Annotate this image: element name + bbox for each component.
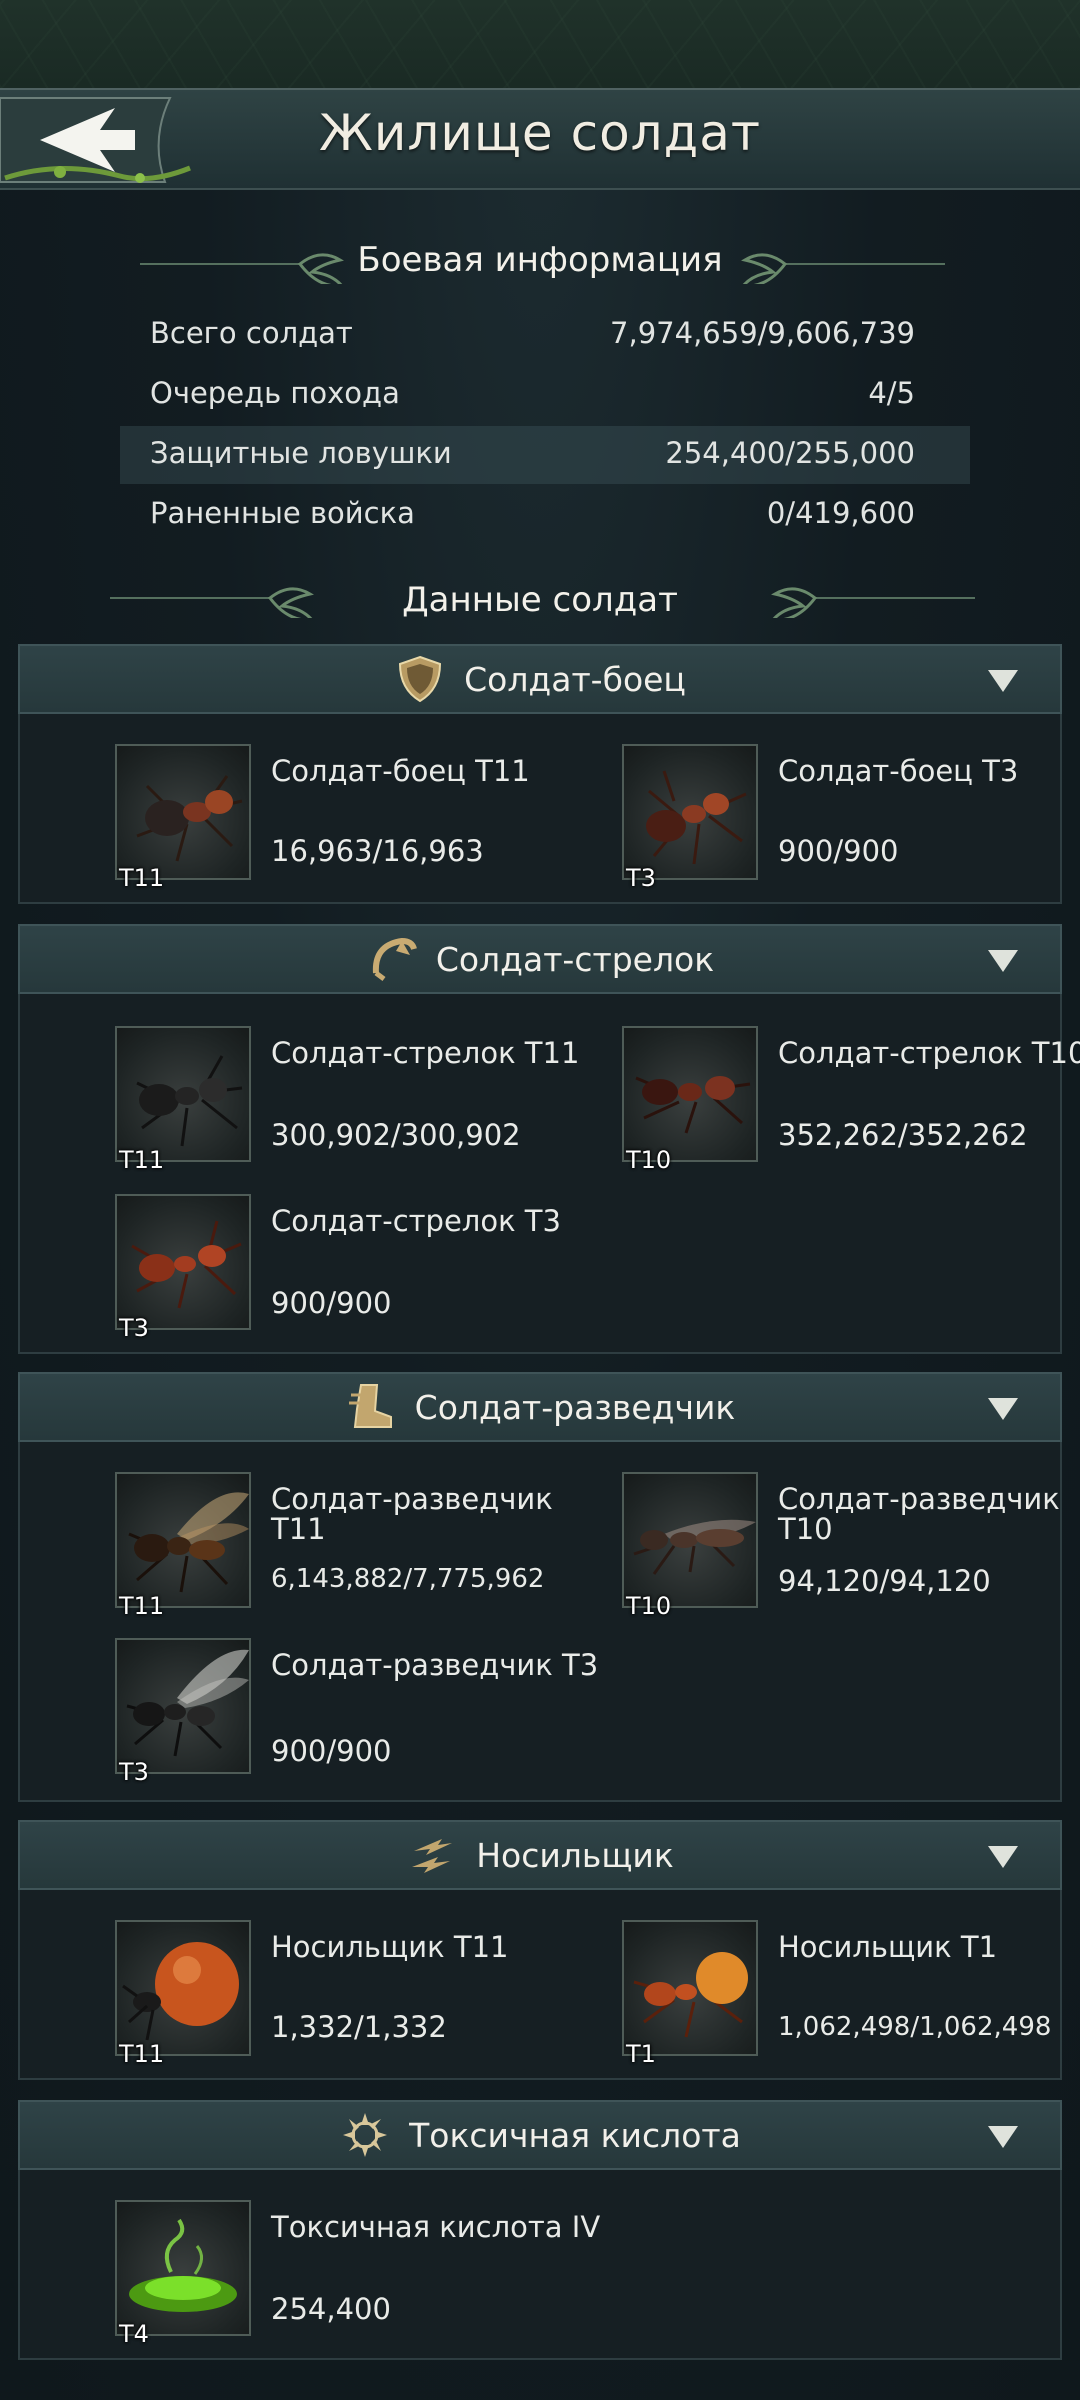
unit-image — [622, 1472, 758, 1608]
unit-card[interactable]: T10 Солдат-стрелок T10 352,262/352,262 — [622, 1026, 1080, 1176]
unit-name: Токсичная кислота IV — [271, 2210, 601, 2244]
unit-image — [622, 744, 758, 880]
info-label: Раненные войска — [150, 496, 415, 530]
category-header-shooter[interactable]: Солдат-стрелок — [18, 924, 1062, 994]
chevron-down-icon — [988, 950, 1018, 972]
unit-count: 900/900 — [778, 834, 899, 868]
unit-image — [115, 2200, 251, 2336]
unit-card[interactable]: T11 Носильщик T11 1,332/1,332 — [115, 1920, 615, 2070]
unit-name: Солдат-стрелок T11 — [271, 1036, 580, 1070]
carrier-icon — [412, 1839, 453, 1873]
chevron-down-icon — [988, 1398, 1018, 1420]
info-value: 7,974,659/9,606,739 — [610, 316, 915, 350]
unit-name: Солдат-разведчик T3 — [271, 1648, 599, 1682]
chevron-down-icon — [988, 1846, 1018, 1868]
tier-badge: T11 — [119, 1146, 165, 1174]
unit-name: Носильщик T1 — [778, 1930, 998, 1964]
chevron-down-icon — [988, 670, 1018, 692]
unit-name: Солдат-боец T3 — [778, 754, 1019, 788]
unit-name: Носильщик T11 — [271, 1930, 509, 1964]
unit-image — [622, 1920, 758, 2056]
unit-card[interactable]: T3 Солдат-стрелок T3 900/900 — [115, 1194, 615, 1344]
unit-count: 900/900 — [271, 1286, 392, 1320]
unit-count: 352,262/352,262 — [778, 1118, 1028, 1152]
info-value: 254,400/255,000 — [665, 436, 915, 470]
unit-name: Солдат-стрелок T3 — [271, 1204, 561, 1238]
info-row-defense-traps: Защитные ловушки 254,400/255,000 — [120, 426, 970, 484]
soldier-data-title: Данные солдат — [402, 580, 678, 620]
unit-image — [115, 1194, 251, 1330]
category-header-carrier[interactable]: Носильщик — [18, 1820, 1062, 1890]
unit-count: 1,062,498/1,062,498 — [778, 2012, 1052, 2042]
battle-info-title: Боевая информация — [357, 240, 723, 280]
info-label: Защитные ловушки — [150, 436, 452, 470]
unit-count: 94,120/94,120 — [778, 1564, 991, 1598]
tier-badge: T1 — [626, 2040, 656, 2068]
unit-count: 254,400 — [271, 2292, 391, 2326]
unit-count: 6,143,882/7,775,962 — [271, 1564, 545, 1594]
unit-card[interactable]: T1 Носильщик T1 1,062,498/1,062,498 — [622, 1920, 1080, 2070]
category-label: Солдат-стрелок — [435, 939, 715, 979]
tier-badge: T11 — [119, 2040, 165, 2068]
unit-card[interactable]: T11 Солдат-боец T11 16,963/16,963 — [115, 744, 615, 894]
unit-image — [115, 1472, 251, 1608]
unit-card[interactable]: T11 Солдат-разведчик T11 6,143,882/7,775… — [115, 1472, 615, 1622]
unit-card[interactable]: T3 Солдат-разведчик T3 900/900 — [115, 1638, 615, 1788]
bow-icon — [372, 937, 417, 981]
info-label: Всего солдат — [150, 316, 353, 350]
unit-image — [115, 744, 251, 880]
soldier-dwelling-screen: Жилище солдат Боевая информация Всего со… — [0, 0, 1080, 2400]
tier-badge: T4 — [119, 2320, 149, 2348]
tier-badge: T11 — [119, 1592, 165, 1620]
tier-badge: T10 — [626, 1146, 672, 1174]
unit-image — [115, 1638, 251, 1774]
category-panel-shooter: T11 Солдат-стрелок T11 300,902/300,902 T… — [18, 994, 1080, 1354]
toxic-icon — [343, 2113, 388, 2157]
info-row-march-queue: Очередь похода 4/5 — [130, 366, 960, 424]
decorative-top-strip — [0, 0, 1080, 88]
tier-badge: T3 — [119, 1314, 149, 1342]
category-label: Солдат-разведчик — [414, 1387, 736, 1427]
unit-card[interactable]: T11 Солдат-стрелок T11 300,902/300,902 — [115, 1026, 615, 1176]
unit-card[interactable]: T10 Солдат-разведчик T10 94,120/94,120 — [622, 1472, 1080, 1622]
unit-image — [115, 1920, 251, 2056]
category-panel-carrier: T11 Носильщик T11 1,332/1,332 T1 Носильщ… — [18, 1890, 1062, 2080]
unit-image — [622, 1026, 758, 1162]
category-panel-fighter: T11 Солдат-боец T11 16,963/16,963 T3 Сол… — [18, 714, 1062, 904]
info-value: 0/419,600 — [766, 496, 915, 530]
tier-badge: T3 — [119, 1758, 149, 1786]
unit-card[interactable]: T4 Токсичная кислота IV 254,400 — [115, 2200, 615, 2350]
info-value: 4/5 — [868, 376, 915, 410]
category-panel-toxic-acid: T4 Токсичная кислота IV 254,400 — [18, 2170, 1062, 2360]
chevron-down-icon — [988, 2126, 1018, 2148]
category-label: Токсичная кислота — [409, 2115, 741, 2155]
unit-count: 1,332/1,332 — [271, 2010, 447, 2044]
category-header-fighter[interactable]: Солдат-боец — [18, 644, 1062, 714]
category-panel-scout: T11 Солдат-разведчик T11 6,143,882/7,775… — [18, 1442, 1062, 1802]
info-row-total-soldiers: Всего солдат 7,974,659/9,606,739 — [130, 306, 960, 364]
category-header-toxic-acid[interactable]: Токсичная кислота — [18, 2100, 1062, 2170]
unit-count: 300,902/300,902 — [271, 1118, 521, 1152]
tier-badge: T10 — [626, 1592, 672, 1620]
unit-image — [115, 1026, 251, 1162]
unit-name: Солдат-боец T11 — [271, 754, 530, 788]
info-label: Очередь похода — [150, 376, 400, 410]
tier-badge: T3 — [626, 864, 656, 892]
info-row-wounded-troops: Раненные войска 0/419,600 — [130, 486, 960, 544]
unit-count: 900/900 — [271, 1734, 392, 1768]
unit-name: Солдат-разведчик T10 — [778, 1482, 1060, 1546]
category-header-scout[interactable]: Солдат-разведчик — [18, 1372, 1062, 1442]
unit-card[interactable]: T3 Солдат-боец T3 900/900 — [622, 744, 1080, 894]
unit-name: Солдат-разведчик T11 — [271, 1482, 553, 1546]
category-label: Солдат-боец — [464, 659, 686, 699]
header-bar: Жилище солдат — [0, 88, 1080, 190]
unit-count: 16,963/16,963 — [271, 834, 484, 868]
category-label: Носильщик — [476, 1835, 674, 1875]
unit-name: Солдат-стрелок T10 — [778, 1036, 1080, 1070]
shield-icon — [399, 655, 442, 703]
boot-icon — [348, 1384, 392, 1428]
page-title: Жилище солдат — [319, 104, 761, 162]
tier-badge: T11 — [119, 864, 165, 892]
